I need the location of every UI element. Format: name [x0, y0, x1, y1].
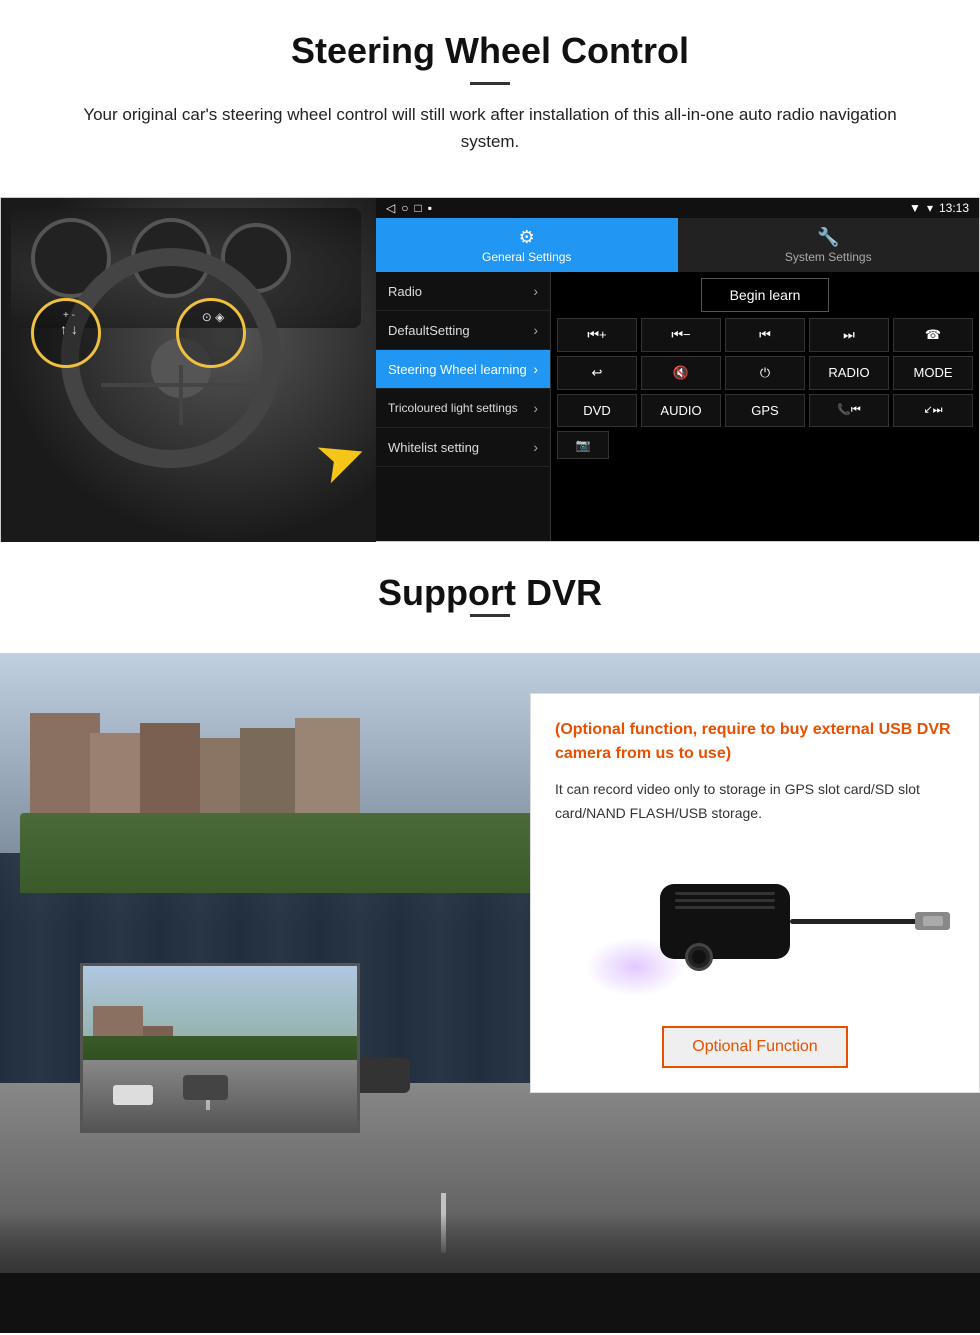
camera-main-body [660, 884, 790, 959]
menu-steering-label: Steering Wheel learning [388, 362, 527, 377]
ctrl-dvd[interactable]: DVD [557, 394, 637, 427]
chevron-icon: › [533, 322, 538, 338]
wifi-icon: ▾ [927, 201, 933, 215]
begin-learn-button[interactable]: Begin learn [701, 278, 830, 312]
nav-menu-icon: ▪ [428, 201, 432, 215]
ctrl-panel: Begin learn ⏮+ ⏮− ⏮ ⏭ ☎ ↩ 🔇 ⏻ RADIO MODE [551, 272, 979, 541]
page-title: Steering Wheel Control [40, 30, 940, 72]
ctrl-prev[interactable]: ⏮ [725, 318, 805, 352]
ctrl-last-row: 📷 [557, 431, 973, 459]
status-time: 13:13 [939, 201, 969, 215]
chevron-icon: › [533, 361, 538, 377]
ctrl-mode[interactable]: MODE [893, 356, 973, 390]
wheel-buttons-left: + - ↑ ↓ [39, 310, 99, 337]
steering-photo: + - ↑ ↓ ⊙ ◈ ➤ [1, 198, 376, 543]
tab-general-label: General Settings [482, 250, 571, 264]
ctrl-radio-btn[interactable]: RADIO [809, 356, 889, 390]
dvr-background: (Optional function, require to buy exter… [0, 653, 980, 1333]
title-divider [470, 82, 510, 85]
android-tabs[interactable]: ⚙ General Settings 🔧 System Settings [376, 218, 979, 272]
menu-item-steering[interactable]: Steering Wheel learning › [376, 350, 550, 389]
signal-icon: ▼ [909, 201, 921, 215]
dvr-title-area: Support DVR [0, 542, 980, 653]
usb-inner [923, 916, 943, 926]
usb-cable [790, 919, 920, 924]
optional-function-button[interactable]: Optional Function [662, 1026, 847, 1068]
chevron-icon: › [533, 283, 538, 299]
camera-group [660, 884, 790, 959]
menu-radio-label: Radio [388, 284, 422, 299]
spoke-top [179, 365, 183, 425]
ctrl-row2: ↩ 🔇 ⏻ RADIO MODE [557, 356, 973, 390]
menu-list: Radio › DefaultSetting › Steering Wheel … [376, 272, 551, 541]
usb-connector [915, 912, 950, 930]
tab-general[interactable]: ⚙ General Settings [376, 218, 678, 272]
dvr-camera-illustration [555, 842, 955, 1002]
nav-back-icon: ◁ [386, 201, 395, 215]
ctrl-phone-prev[interactable]: 📞⏮ [809, 394, 889, 427]
menu-default-label: DefaultSetting [388, 323, 470, 338]
lens-inner [692, 950, 706, 964]
ctrl-gps[interactable]: GPS [725, 394, 805, 427]
chevron-icon: › [533, 439, 538, 455]
chevron-icon: › [533, 400, 538, 416]
dvr-divider [470, 614, 510, 617]
highlight-circle-right [176, 298, 246, 368]
menu-whitelist-label: Whitelist setting [388, 440, 479, 455]
android-statusbar: ◁ ○ □ ▪ ▼ ▾ 13:13 [376, 198, 979, 218]
steering-section: Steering Wheel Control Your original car… [0, 0, 980, 197]
menu-item-tricoloured[interactable]: Tricoloured light settings › [376, 389, 550, 428]
vent-3 [675, 906, 775, 909]
ctrl-phone-next[interactable]: ↙⏭ [893, 394, 973, 427]
begin-learn-row: Begin learn [557, 278, 973, 312]
dvr-description: It can record video only to storage in G… [555, 778, 955, 826]
ctrl-camera[interactable]: 📷 [557, 431, 609, 459]
ctrl-row1: ⏮+ ⏮− ⏮ ⏭ ☎ [557, 318, 973, 352]
nav-home-icon: ○ [401, 201, 408, 215]
settings-icon: 🔧 [817, 227, 839, 248]
menu-item-whitelist[interactable]: Whitelist setting › [376, 428, 550, 467]
dvr-info-card: (Optional function, require to buy exter… [530, 693, 980, 1093]
ctrl-phone[interactable]: ☎ [893, 318, 973, 352]
tab-system-label: System Settings [785, 250, 872, 264]
android-panel: ◁ ○ □ ▪ ▼ ▾ 13:13 ⚙ General Settings 🔧 S… [376, 198, 979, 541]
ctrl-power[interactable]: ⏻ [725, 356, 805, 390]
menu-item-radio[interactable]: Radio › [376, 272, 550, 311]
menu-tricoloured-label: Tricoloured light settings [388, 401, 518, 415]
ctrl-row3: DVD AUDIO GPS 📞⏮ ↙⏭ [557, 394, 973, 427]
ctrl-vol-down[interactable]: ⏮− [641, 318, 721, 352]
spoke-left [101, 383, 179, 387]
steering-description: Your original car's steering wheel contr… [60, 101, 920, 155]
ctrl-hangup[interactable]: ↩ [557, 356, 637, 390]
tab-system[interactable]: 🔧 System Settings [678, 218, 980, 272]
wheel-buttons-right: ⊙ ◈ [183, 310, 243, 324]
ui-screenshot-area: + - ↑ ↓ ⊙ ◈ ➤ ◁ ○ □ ▪ ▼ ▾ 13:13 ⚙ Genera… [0, 197, 980, 542]
camera-lens [685, 943, 713, 971]
dvr-title: Support DVR [0, 572, 980, 614]
spoke-right [183, 383, 261, 387]
dvr-section: Support DVR [0, 542, 980, 1333]
android-content: Radio › DefaultSetting › Steering Wheel … [376, 272, 979, 541]
vent-2 [675, 899, 775, 902]
dashboard-bottom [0, 1273, 980, 1333]
preview-car [183, 1075, 228, 1100]
ctrl-vol-up[interactable]: ⏮+ [557, 318, 637, 352]
ctrl-next[interactable]: ⏭ [809, 318, 889, 352]
ctrl-audio[interactable]: AUDIO [641, 394, 721, 427]
menu-item-default[interactable]: DefaultSetting › [376, 311, 550, 350]
dvr-optional-text: (Optional function, require to buy exter… [555, 718, 955, 766]
gear-icon: ⚙ [519, 227, 535, 248]
optional-function-area: Optional Function [555, 1018, 955, 1068]
nav-recent-icon: □ [414, 201, 421, 215]
ctrl-mute[interactable]: 🔇 [641, 356, 721, 390]
vent-1 [675, 892, 775, 895]
preview-car-2 [113, 1085, 153, 1105]
dvr-preview-screen [80, 963, 360, 1133]
